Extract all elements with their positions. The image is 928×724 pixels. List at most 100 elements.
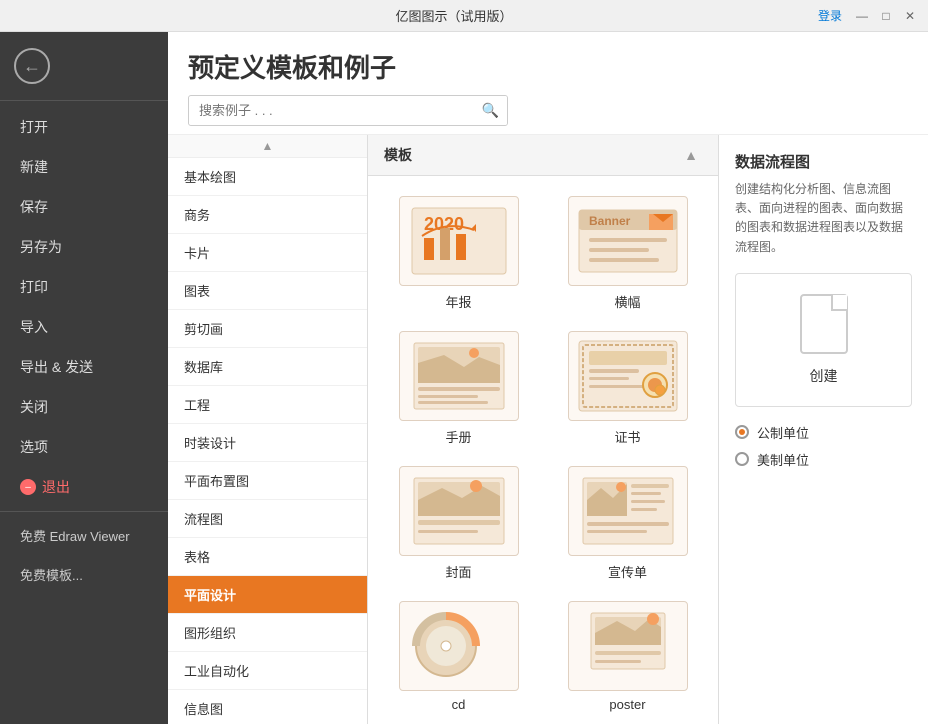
sidebar-item-options[interactable]: 选项 [0,427,168,467]
body-split: ▲ 基本绘图 商务 卡片 图表 剪切画 数据库 工程 时装设计 平面布置图 流程… [168,135,928,724]
cover-svg [404,470,514,552]
template-label-cd: cd [452,697,466,712]
flyer-svg [573,470,683,552]
category-item-11[interactable]: 平面设计 [168,576,367,614]
create-button[interactable]: 创建 [810,366,838,386]
right-panel: 数据流程图 创建结构化分析图、信息流图表、面向进程的图表、面向数据的图表和数据进… [718,135,928,724]
category-item-13[interactable]: 工业自动化 [168,652,367,690]
unit-imperial-label: 美制单位 [757,450,809,469]
template-thumb-certificate [568,331,688,421]
category-item-5[interactable]: 数据库 [168,348,367,386]
category-item-14[interactable]: 信息图 [168,690,367,724]
template-label-flyer: 宣传单 [608,562,647,581]
page-title: 预定义模板和例子 [188,48,908,85]
banner-svg: Banner [573,200,683,282]
category-item-1[interactable]: 商务 [168,196,367,234]
category-item-4[interactable]: 剪切画 [168,310,367,348]
sidebar-item-print[interactable]: 打印 [0,267,168,307]
sidebar-item-close[interactable]: 关闭 [0,387,168,427]
radio-metric[interactable] [735,425,749,439]
template-label-poster: poster [609,697,645,712]
certificate-svg [573,335,683,417]
template-thumb-flyer [568,466,688,556]
radio-imperial[interactable] [735,452,749,466]
scroll-up-arrow[interactable]: ▲ [168,135,367,158]
template-thumb-poster [568,601,688,691]
back-button[interactable]: ← [14,48,50,84]
sidebar-divider [0,511,168,512]
template-card-brochure[interactable]: 手册 [384,331,533,446]
category-item-9[interactable]: 流程图 [168,500,367,538]
template-label-banner: 横幅 [614,292,640,311]
sidebar-menu: 打开 新建 保存 另存为 打印 导入 导出 & 发送 关闭 选项 – 退出 免费… [0,101,168,600]
template-thumb-banner: Banner [568,196,688,286]
close-button[interactable]: ✕ [902,8,918,24]
title-bar: 亿图图示（试用版） 登录 — □ ✕ [0,0,928,32]
login-link[interactable]: 登录 [818,7,842,24]
app-title: 亿图图示（试用版） [90,6,818,25]
sidebar-item-export[interactable]: 导出 & 发送 [0,347,168,387]
unit-metric-label: 公制单位 [757,423,809,442]
sidebar-item-logout[interactable]: – 退出 [0,467,168,507]
sidebar-item-free-templates[interactable]: 免费模板... [0,555,168,594]
template-panel: 模板 ▲ 2020 [368,135,718,724]
category-item-7[interactable]: 时装设计 [168,424,367,462]
logout-icon: – [20,479,36,495]
category-item-2[interactable]: 卡片 [168,234,367,272]
template-card-banner[interactable]: Banner 横幅 [553,196,702,311]
annual-report-svg: 2020 [404,200,514,282]
unit-metric[interactable]: 公制单位 [735,423,912,442]
template-grid: 2020 年报 [368,176,718,724]
cd-svg [404,605,514,687]
unit-group: 公制单位 美制单位 [735,423,912,469]
category-item-10[interactable]: 表格 [168,538,367,576]
poster-svg [573,605,683,687]
category-item-0[interactable]: 基本绘图 [168,158,367,196]
category-item-8[interactable]: 平面布置图 [168,462,367,500]
svg-text:Banner: Banner [589,214,631,228]
back-icon: ← [23,56,41,77]
sidebar-item-saveas[interactable]: 另存为 [0,227,168,267]
sidebar-item-import[interactable]: 导入 [0,307,168,347]
sidebar-item-new[interactable]: 新建 [0,147,168,187]
right-panel-desc: 创建结构化分析图、信息流图表、面向进程的图表、面向数据的图表和数据进程图表以及数… [735,180,912,257]
template-card-cd[interactable]: cd [384,601,533,712]
category-item-6[interactable]: 工程 [168,386,367,424]
template-header-label: 模板 [384,145,412,165]
create-area: 创建 [735,273,912,407]
sidebar-top: ← [0,32,168,101]
search-input[interactable] [189,97,474,124]
sidebar: ← 打开 新建 保存 另存为 打印 导入 导出 & 发送 关闭 选项 – 退出 … [0,32,168,724]
logout-label: 退出 [42,477,70,497]
create-file-icon [800,294,848,354]
window-controls: — □ ✕ [854,8,918,24]
sidebar-item-open[interactable]: 打开 [0,107,168,147]
category-item-3[interactable]: 图表 [168,272,367,310]
template-thumb-annual-report: 2020 [399,196,519,286]
template-thumb-cover [399,466,519,556]
template-card-certificate[interactable]: 证书 [553,331,702,446]
minimize-button[interactable]: — [854,8,870,24]
brochure-svg [404,335,514,417]
sidebar-item-edraw-viewer[interactable]: 免费 Edraw Viewer [0,516,168,555]
template-card-annual-report[interactable]: 2020 年报 [384,196,533,311]
template-panel-header: 模板 ▲ [368,135,718,176]
template-label-certificate: 证书 [614,427,640,446]
template-card-poster[interactable]: poster [553,601,702,712]
template-label-annual-report: 年报 [445,292,471,311]
sidebar-item-save[interactable]: 保存 [0,187,168,227]
unit-imperial[interactable]: 美制单位 [735,450,912,469]
content-area: 预定义模板和例子 🔍 ▲ 基本绘图 商务 卡片 图表 剪切画 数据库 工程 时装… [168,32,928,724]
search-bar: 🔍 [188,95,508,126]
template-card-cover[interactable]: 封面 [384,466,533,581]
right-panel-title: 数据流程图 [735,151,912,172]
template-card-flyer[interactable]: 宣传单 [553,466,702,581]
template-thumb-cd [399,601,519,691]
template-thumb-brochure [399,331,519,421]
template-label-cover: 封面 [445,562,471,581]
category-item-12[interactable]: 图形组织 [168,614,367,652]
category-panel: ▲ 基本绘图 商务 卡片 图表 剪切画 数据库 工程 时装设计 平面布置图 流程… [168,135,368,724]
template-scroll-up[interactable]: ▲ [680,143,702,167]
search-button[interactable]: 🔍 [474,96,507,125]
maximize-button[interactable]: □ [878,8,894,24]
